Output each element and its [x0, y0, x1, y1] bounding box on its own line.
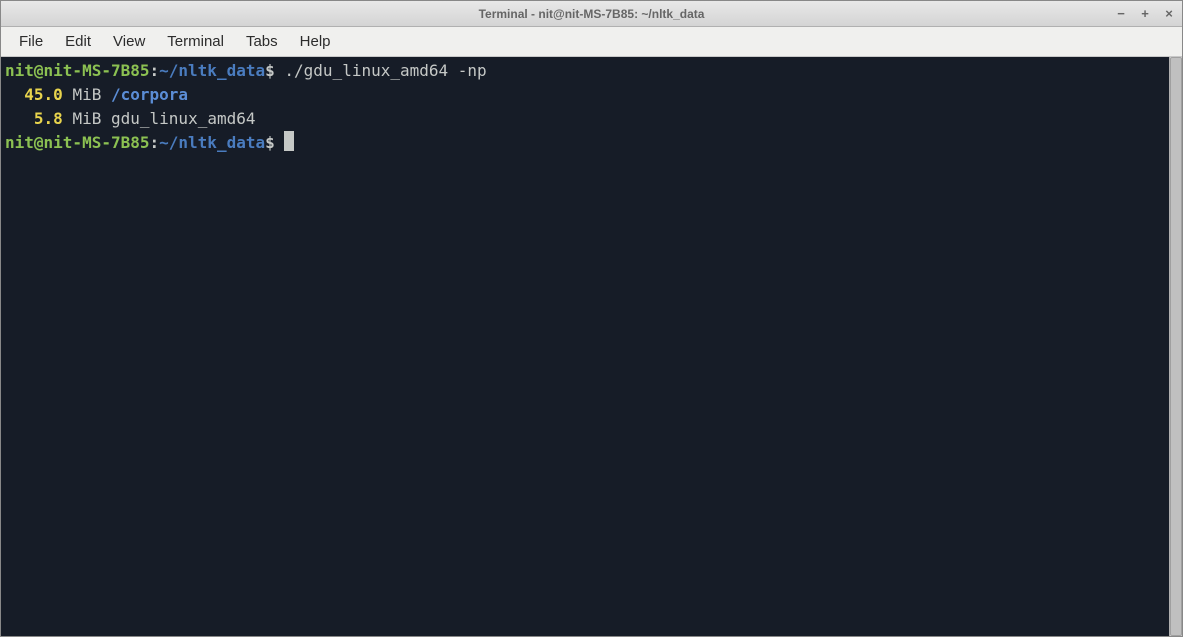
terminal-output[interactable]: nit@nit-MS-7B85:~/nltk_data$ ./gdu_linux…: [1, 57, 1169, 636]
minimize-icon[interactable]: −: [1114, 7, 1128, 21]
entered-command: ./gdu_linux_amd64 -np: [284, 61, 486, 80]
terminal-container: nit@nit-MS-7B85:~/nltk_data$ ./gdu_linux…: [1, 57, 1182, 636]
prompt-path: ~/nltk_data: [159, 61, 265, 80]
menu-edit[interactable]: Edit: [55, 29, 101, 54]
titlebar[interactable]: Terminal - nit@nit-MS-7B85: ~/nltk_data …: [1, 1, 1182, 27]
menubar: File Edit View Terminal Tabs Help: [1, 27, 1182, 57]
terminal-cursor: [284, 131, 294, 151]
scrollbar[interactable]: [1169, 57, 1182, 636]
prompt-separator: :: [150, 133, 160, 152]
output-unit: MiB: [72, 85, 101, 104]
prompt-symbol: $: [265, 61, 275, 80]
output-file-name: gdu_linux_amd64: [111, 109, 256, 128]
close-icon[interactable]: ×: [1162, 7, 1176, 21]
menu-help[interactable]: Help: [290, 29, 341, 54]
prompt-path: ~/nltk_data: [159, 133, 265, 152]
output-dir-name: /corpora: [111, 85, 188, 104]
prompt-user-host: nit@nit-MS-7B85: [5, 61, 150, 80]
menu-tabs[interactable]: Tabs: [236, 29, 288, 54]
terminal-window: Terminal - nit@nit-MS-7B85: ~/nltk_data …: [0, 0, 1183, 637]
scrollbar-thumb[interactable]: [1170, 57, 1182, 636]
menu-file[interactable]: File: [9, 29, 53, 54]
window-controls: − + ×: [1114, 7, 1176, 21]
window-title: Terminal - nit@nit-MS-7B85: ~/nltk_data: [479, 7, 705, 21]
output-unit: MiB: [72, 109, 101, 128]
maximize-icon[interactable]: +: [1138, 7, 1152, 21]
prompt-separator: :: [150, 61, 160, 80]
menu-view[interactable]: View: [103, 29, 155, 54]
prompt-user-host: nit@nit-MS-7B85: [5, 133, 150, 152]
prompt-symbol: $: [265, 133, 275, 152]
output-size: 45.0: [24, 85, 63, 104]
output-size: 5.8: [34, 109, 63, 128]
menu-terminal[interactable]: Terminal: [157, 29, 234, 54]
